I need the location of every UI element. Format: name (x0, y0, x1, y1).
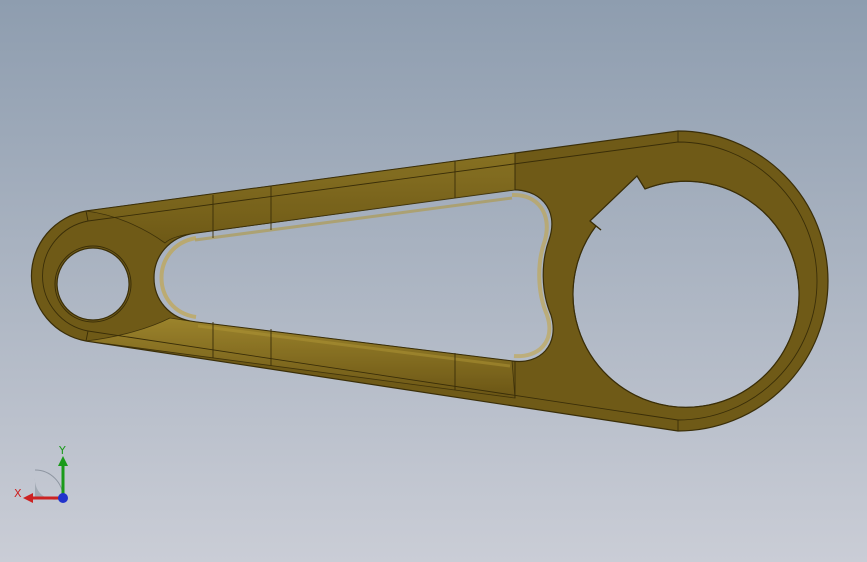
y-axis-label: Y (58, 444, 66, 457)
z-axis-icon (58, 493, 68, 503)
graphics-viewport[interactable]: Y X (0, 0, 867, 562)
model-canvas[interactable] (0, 0, 867, 562)
reference-triad[interactable]: Y X (10, 440, 80, 510)
x-axis-label: X (14, 487, 22, 500)
